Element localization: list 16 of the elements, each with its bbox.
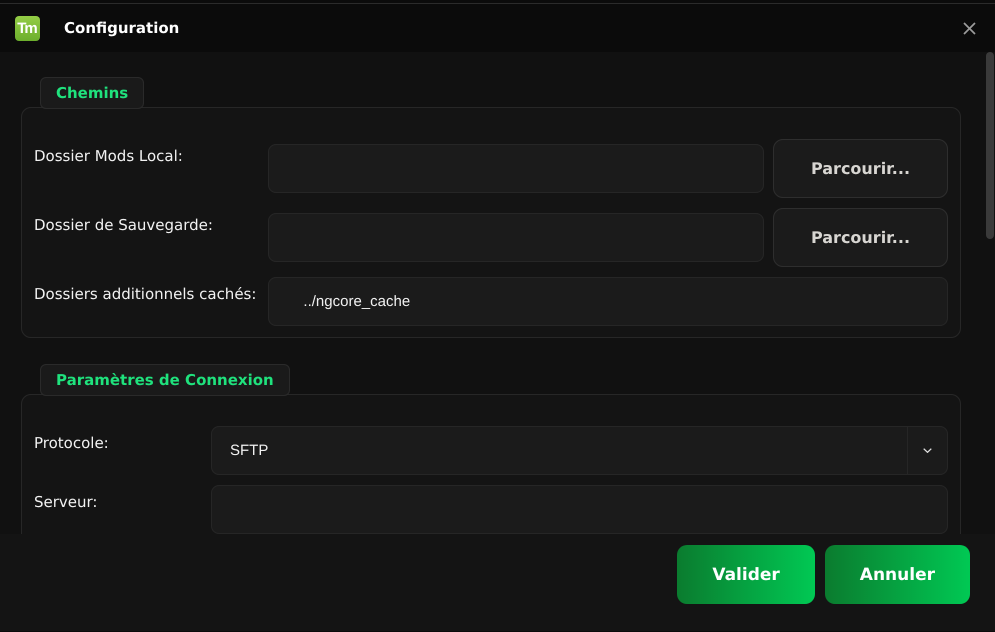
field-label: Dossiers additionnels cachés: (34, 284, 258, 304)
app-logo: Tm (15, 16, 40, 40)
field-label: Dossier de Sauvegarde: (34, 215, 214, 235)
field-label: Dossier Mods Local: (34, 146, 184, 166)
close-icon (962, 22, 976, 34)
section-title: Paramètres de Connexion (40, 364, 290, 396)
browse-button[interactable]: Parcourir... (773, 208, 948, 267)
dropdown-select[interactable]: SFTP (211, 426, 948, 475)
section-title: Chemins (40, 77, 144, 109)
chevron-down-icon (923, 448, 932, 453)
scrollbar-thumb[interactable] (986, 52, 994, 239)
browse-button[interactable]: Parcourir... (773, 139, 948, 198)
input-field[interactable]: ../ngcore_cache (268, 277, 948, 326)
field-label: Protocole: (34, 433, 110, 453)
window-title: Configuration (64, 19, 180, 37)
field-label: Serveur: (34, 492, 98, 512)
